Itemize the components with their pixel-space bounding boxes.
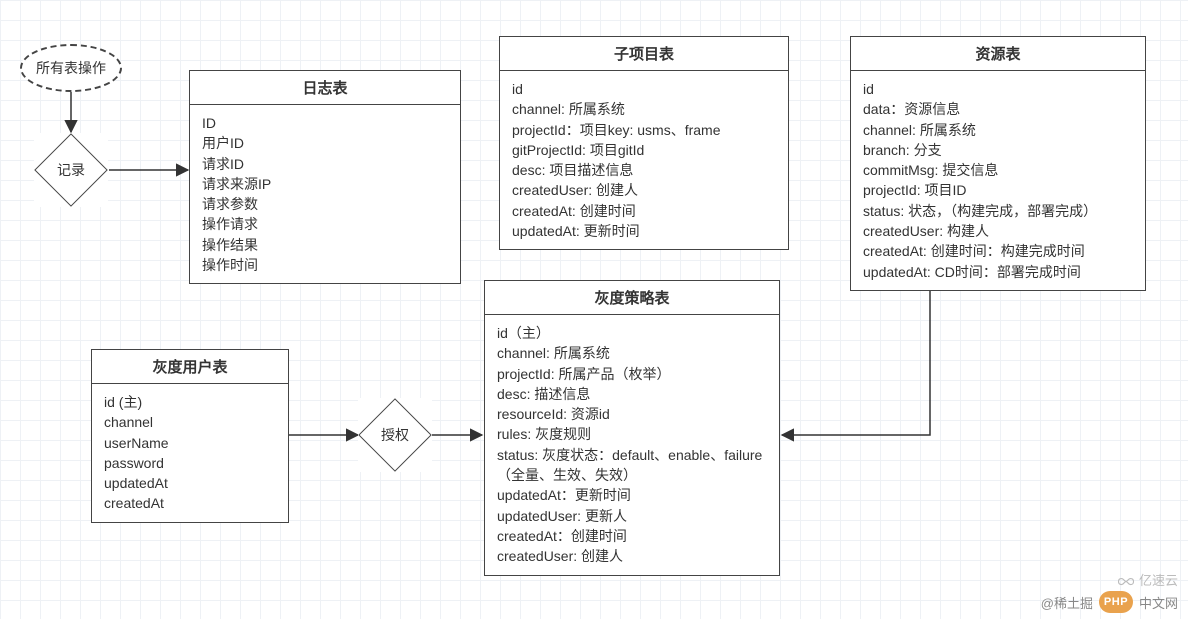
- resource-body: id data：资源信息 channel: 所属系统 branch: 分支 co…: [851, 71, 1145, 290]
- log-field: 操作结果: [202, 235, 448, 255]
- resource-field: id: [863, 79, 1133, 99]
- sub-project-body: id channel: 所属系统 projectId：项目key: usms、f…: [500, 71, 788, 249]
- all-table-ops-node: 所有表操作: [20, 44, 122, 92]
- graystrategy-field: createdAt：创建时间: [497, 526, 767, 546]
- yisuyun-text: 亿速云: [1139, 570, 1178, 589]
- resource-field: data：资源信息: [863, 99, 1133, 119]
- grayuser-field: channel: [104, 412, 276, 432]
- zhongwen-text: 中文网: [1139, 593, 1178, 612]
- grayuser-field: id (主): [104, 392, 276, 412]
- log-table: 日志表 ID 用户ID 请求ID 请求来源IP 请求参数 操作请求 操作结果 操…: [189, 70, 461, 284]
- graystrategy-field: status: 灰度状态：default、enable、failure（全量、生…: [497, 445, 767, 486]
- graystrategy-field: resourceId: 资源id: [497, 404, 767, 424]
- subproject-field: id: [512, 79, 776, 99]
- xitu-text: @稀土掘: [1041, 593, 1093, 612]
- log-field: 请求ID: [202, 154, 448, 174]
- resource-field: createdUser: 构建人: [863, 221, 1133, 241]
- subproject-field: channel: 所属系统: [512, 99, 776, 119]
- gray-user-table: 灰度用户表 id (主) channel userName password u…: [91, 349, 289, 523]
- resource-field: createdAt: 创建时间：构建完成时间: [863, 241, 1133, 261]
- graystrategy-field: channel: 所属系统: [497, 343, 767, 363]
- sub-project-title: 子项目表: [500, 37, 788, 71]
- record-label: 记录: [57, 160, 85, 180]
- resource-field: projectId: 项目ID: [863, 180, 1133, 200]
- graystrategy-field: createdUser: 创建人: [497, 546, 767, 566]
- subproject-field: createdUser: 创建人: [512, 180, 776, 200]
- graystrategy-field: updatedAt：更新时间: [497, 485, 767, 505]
- log-field: 操作请求: [202, 214, 448, 234]
- resource-field: channel: 所属系统: [863, 120, 1133, 140]
- grayuser-field: userName: [104, 433, 276, 453]
- record-diamond: 记录: [34, 133, 108, 207]
- authorize-label: 授权: [381, 425, 409, 445]
- log-table-body: ID 用户ID 请求ID 请求来源IP 请求参数 操作请求 操作结果 操作时间: [190, 105, 460, 283]
- log-table-title: 日志表: [190, 71, 460, 105]
- php-badge-icon: PHP: [1099, 591, 1133, 613]
- gray-user-body: id (主) channel userName password updated…: [92, 384, 288, 522]
- log-field: 用户ID: [202, 133, 448, 153]
- gray-user-title: 灰度用户表: [92, 350, 288, 384]
- authorize-diamond: 授权: [358, 398, 432, 472]
- grayuser-field: updatedAt: [104, 473, 276, 493]
- gray-strategy-title: 灰度策略表: [485, 281, 779, 315]
- log-field: 操作时间: [202, 255, 448, 275]
- graystrategy-field: projectId: 所属产品（枚举）: [497, 364, 767, 384]
- subproject-field: desc: 项目描述信息: [512, 160, 776, 180]
- gray-strategy-body: id（主） channel: 所属系统 projectId: 所属产品（枚举） …: [485, 315, 779, 575]
- infinity-icon: [1117, 571, 1135, 589]
- graystrategy-field: id（主）: [497, 323, 767, 343]
- graystrategy-field: rules: 灰度规则: [497, 424, 767, 444]
- resource-field: status: 状态，（构建完成，部署完成）: [863, 201, 1133, 221]
- log-field: ID: [202, 113, 448, 133]
- resource-table: 资源表 id data：资源信息 channel: 所属系统 branch: 分…: [850, 36, 1146, 291]
- watermark-row: @稀土掘 PHP 中文网: [1041, 591, 1178, 613]
- graystrategy-field: desc: 描述信息: [497, 384, 767, 404]
- resource-title: 资源表: [851, 37, 1145, 71]
- yisuyun-watermark: 亿速云: [1117, 570, 1178, 589]
- sub-project-table: 子项目表 id channel: 所属系统 projectId：项目key: u…: [499, 36, 789, 250]
- subproject-field: projectId：项目key: usms、frame: [512, 120, 776, 140]
- log-field: 请求来源IP: [202, 174, 448, 194]
- resource-field: commitMsg: 提交信息: [863, 160, 1133, 180]
- resource-field: branch: 分支: [863, 140, 1133, 160]
- all-table-ops-label: 所有表操作: [36, 58, 106, 78]
- graystrategy-field: updatedUser: 更新人: [497, 506, 767, 526]
- log-field: 请求参数: [202, 194, 448, 214]
- subproject-field: gitProjectId: 项目gitId: [512, 140, 776, 160]
- subproject-field: updatedAt: 更新时间: [512, 221, 776, 241]
- subproject-field: createdAt: 创建时间: [512, 201, 776, 221]
- grayuser-field: password: [104, 453, 276, 473]
- resource-field: updatedAt: CD时间：部署完成时间: [863, 262, 1133, 282]
- gray-strategy-table: 灰度策略表 id（主） channel: 所属系统 projectId: 所属产…: [484, 280, 780, 576]
- grayuser-field: createdAt: [104, 493, 276, 513]
